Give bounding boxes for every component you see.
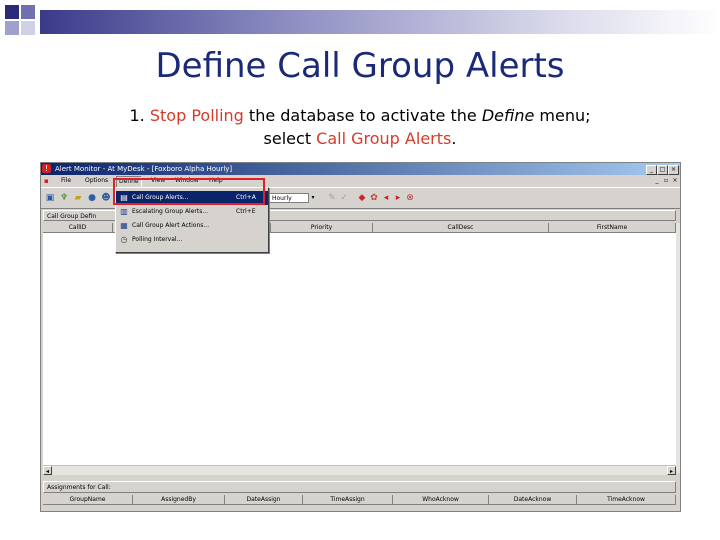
new-icon[interactable]: ▣ [45, 193, 55, 203]
check-icon[interactable]: ✓ [339, 193, 349, 203]
instruction-call-group-alerts: Call Group Alerts [316, 129, 452, 148]
menu-item-label: Call Group Alert Actions... [132, 222, 210, 229]
instruction-mid2: menu; [534, 106, 591, 125]
column-header[interactable]: CallDesc [373, 223, 549, 233]
chevron-down-icon[interactable]: ▾ [309, 193, 317, 203]
menu-item-call-group-alert-actions[interactable]: ▦ Call Group Alert Actions... [116, 219, 268, 233]
app-screenshot: ! Alert Monitor - At MyDesk - [Foxboro A… [40, 162, 681, 512]
globe-icon[interactable]: ● [87, 193, 97, 203]
column-header[interactable]: AssignedBy [133, 495, 225, 505]
window-titlebar: ! Alert Monitor - At MyDesk - [Foxboro A… [41, 163, 680, 175]
horizontal-scrollbar[interactable]: ◂ ▸ [43, 465, 676, 475]
mdi-close-button[interactable]: × [671, 177, 679, 185]
mdi-minimize-button[interactable]: _ [653, 177, 661, 185]
close-button[interactable]: × [668, 165, 679, 175]
alert-icon[interactable]: ◆ [357, 193, 367, 203]
instruction-define: Define [481, 106, 535, 125]
instruction-suffix: . [451, 129, 457, 148]
schedule-combo[interactable]: Hourly [269, 193, 309, 203]
scroll-left-icon[interactable]: ◂ [43, 466, 52, 475]
column-header[interactable]: GroupName [43, 495, 133, 505]
menu-options[interactable]: Options [83, 176, 110, 186]
vertical-scrollbar[interactable] [676, 223, 680, 473]
back-icon[interactable]: ◂ [381, 193, 391, 203]
instruction-mid: the database to activate the [243, 106, 482, 125]
app-icon: ! [42, 164, 51, 173]
minimize-button[interactable]: _ [646, 165, 657, 175]
menu-item-shortcut: Ctrl+E [236, 208, 256, 215]
menu-item-polling-interval[interactable]: ◷ Polling Interval... [116, 233, 268, 247]
actions-icon: ▦ [120, 221, 128, 230]
folder-icon[interactable]: ▰ [73, 193, 83, 203]
menu-item-label: Escalating Group Alerts... [132, 208, 209, 215]
maximize-button[interactable]: □ [657, 165, 668, 175]
menu-item-label: Polling Interval... [132, 236, 183, 243]
mdi-restore-button[interactable]: ▫ [662, 177, 670, 185]
column-header[interactable]: DateAcknow [489, 495, 577, 505]
stop-icon[interactable]: ⊗ [405, 193, 415, 203]
menu-item-escalating-group-alerts[interactable]: ▥ Escalating Group Alerts... Ctrl+E [116, 205, 268, 219]
column-header[interactable]: Priority [271, 223, 373, 233]
deco-square [4, 20, 20, 36]
deco-square [20, 4, 36, 20]
people-icon[interactable]: ☻ [101, 193, 111, 203]
clock-icon: ◷ [120, 235, 128, 244]
doc-icon: ▪ [44, 177, 49, 185]
column-header[interactable]: WhoAcknow [393, 495, 489, 505]
slide-decoration [0, 0, 720, 48]
menu-file[interactable]: File [59, 176, 73, 186]
escalating-icon: ▥ [120, 207, 128, 216]
assignments-panel-header: Assignments for Call: [43, 481, 676, 493]
call-grid-body[interactable] [43, 233, 676, 465]
column-header[interactable]: DateAssign [225, 495, 303, 505]
refresh-icon[interactable]: ✿ [369, 193, 379, 203]
instruction-select: select [263, 129, 317, 148]
instruction-prefix: 1. [129, 106, 150, 125]
edit-icon[interactable]: ✎ [327, 193, 337, 203]
instruction-text: 1. Stop Polling the database to activate… [0, 104, 720, 150]
instruction-stop-polling: Stop Polling [149, 106, 244, 125]
tools-icon[interactable]: ♆ [59, 193, 69, 203]
window-title: Alert Monitor - At MyDesk - [Foxboro Alp… [55, 165, 233, 173]
column-header[interactable]: FirstName [549, 223, 676, 233]
slide-title: Define Call Group Alerts [155, 46, 565, 86]
highlight-box [113, 178, 265, 205]
forward-icon[interactable]: ▸ [393, 193, 403, 203]
deco-square [20, 20, 36, 36]
column-header[interactable]: TimeAcknow [577, 495, 676, 505]
column-header[interactable]: CallID [43, 223, 113, 233]
title-gradient-bar [40, 10, 720, 34]
scroll-right-icon[interactable]: ▸ [667, 466, 676, 475]
column-header[interactable]: TimeAssign [303, 495, 393, 505]
deco-square [4, 4, 20, 20]
assignments-grid-header: GroupName AssignedBy DateAssign TimeAssi… [43, 495, 676, 505]
